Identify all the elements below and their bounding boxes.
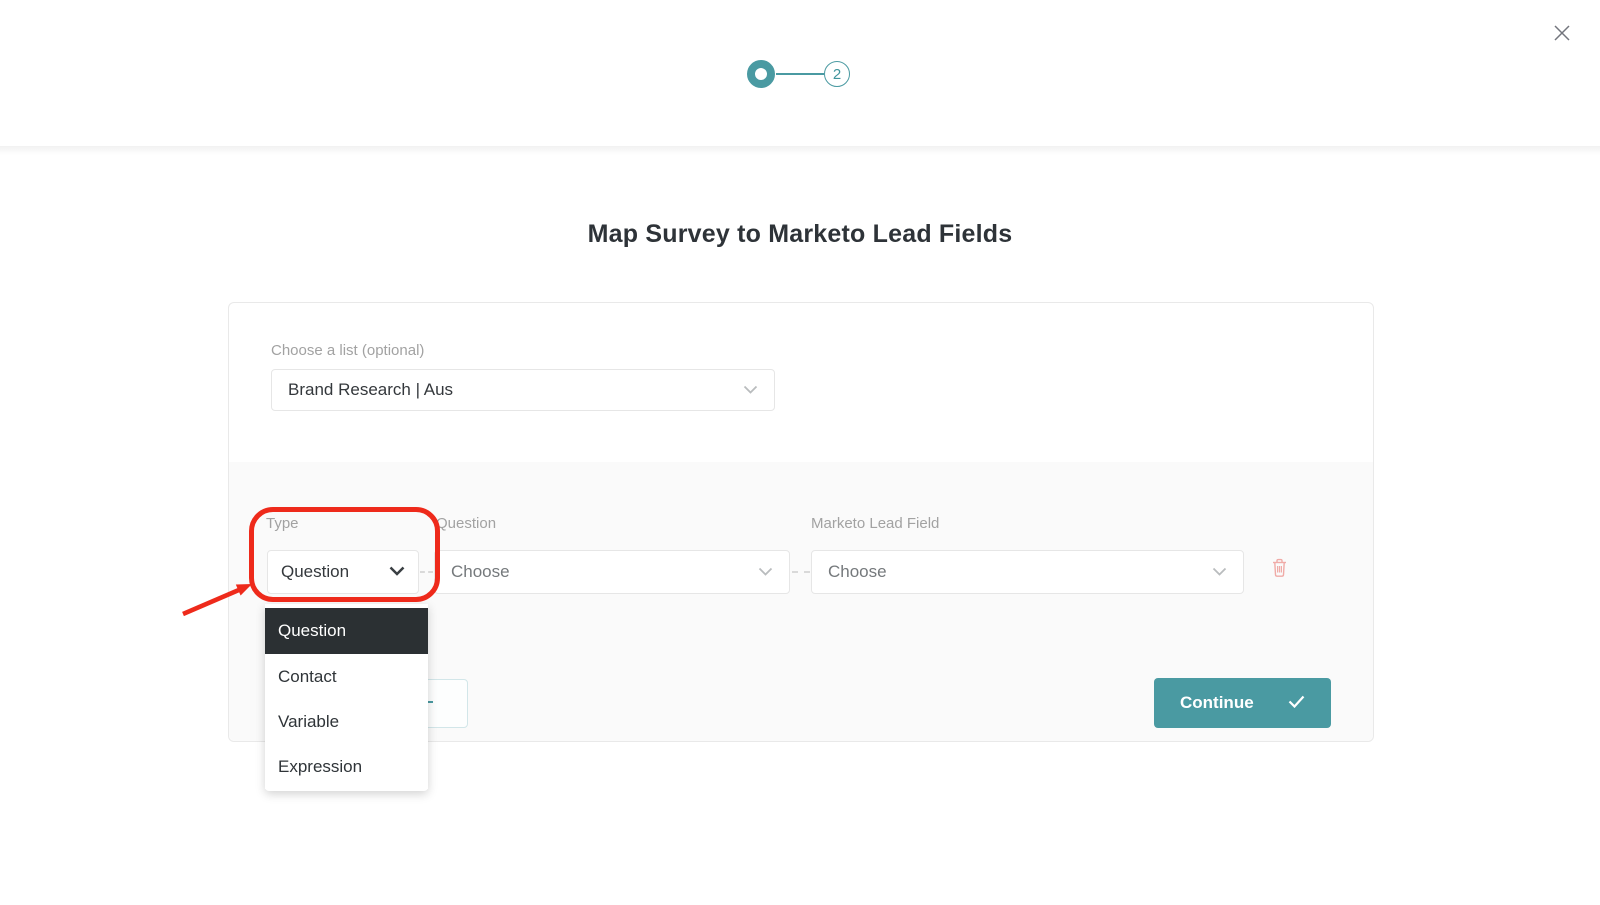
field-dash-connector bbox=[420, 571, 433, 573]
close-icon bbox=[1553, 24, 1571, 45]
type-option-expression[interactable]: Expression bbox=[265, 744, 428, 789]
type-option-question[interactable]: Question bbox=[265, 608, 428, 654]
page-title: Map Survey to Marketo Lead Fields bbox=[0, 220, 1600, 249]
marketo-column-label: Marketo Lead Field bbox=[811, 515, 939, 532]
marketo-lead-field-select[interactable]: Choose bbox=[811, 550, 1244, 594]
chevron-down-icon bbox=[1212, 563, 1227, 581]
chevron-down-icon bbox=[758, 563, 773, 581]
question-column-label: Question bbox=[436, 515, 496, 532]
delete-row-button[interactable] bbox=[1268, 557, 1290, 581]
type-option-contact[interactable]: Contact bbox=[265, 654, 428, 699]
stepper-step-2: 2 bbox=[824, 61, 850, 87]
continue-button[interactable]: Continue bbox=[1154, 678, 1331, 728]
question-select-value: Choose bbox=[451, 562, 510, 582]
type-option-variable[interactable]: Variable bbox=[265, 699, 428, 744]
question-select[interactable]: Choose bbox=[434, 550, 790, 594]
stepper-step-2-number: 2 bbox=[833, 66, 841, 83]
list-picker-label: Choose a list (optional) bbox=[271, 342, 424, 359]
continue-button-label: Continue bbox=[1180, 693, 1254, 713]
field-dash-connector bbox=[792, 571, 810, 573]
type-select-value: Question bbox=[281, 562, 349, 582]
check-icon bbox=[1288, 695, 1305, 711]
list-picker-select[interactable]: Brand Research | Aus bbox=[271, 369, 775, 411]
chevron-down-icon bbox=[743, 381, 758, 399]
stepper-connector bbox=[776, 73, 824, 75]
type-select[interactable]: Question bbox=[267, 550, 419, 594]
marketo-select-value: Choose bbox=[828, 562, 887, 582]
list-picker-value: Brand Research | Aus bbox=[288, 380, 453, 400]
modal-header: 2 bbox=[0, 0, 1600, 146]
type-column-label: Type bbox=[266, 515, 299, 532]
close-button[interactable] bbox=[1547, 19, 1577, 49]
stepper-step-1-current bbox=[747, 60, 775, 88]
chevron-down-icon bbox=[389, 563, 405, 581]
type-dropdown-menu: Question Contact Variable Expression bbox=[265, 604, 428, 791]
trash-icon bbox=[1270, 566, 1289, 581]
header-shadow-divider bbox=[0, 146, 1600, 155]
